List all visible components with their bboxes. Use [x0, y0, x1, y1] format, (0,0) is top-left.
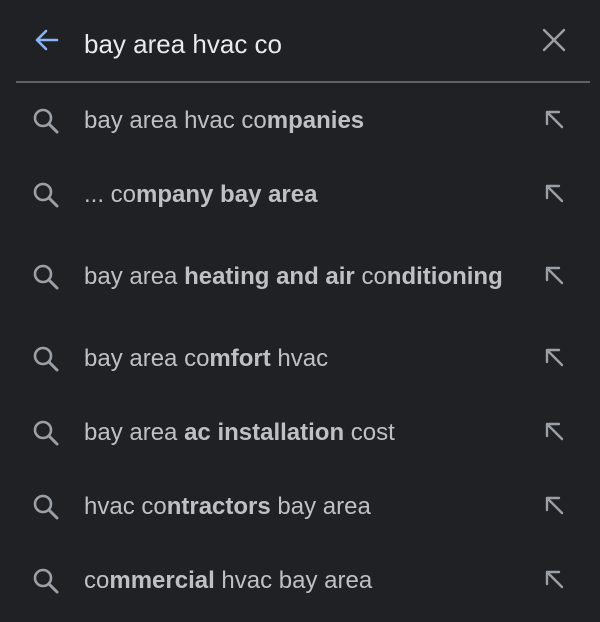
suggestion-text-bold: heating and air — [184, 263, 355, 290]
arrow-up-left-icon — [542, 263, 566, 292]
fill-query-button[interactable] — [536, 415, 572, 451]
fill-query-button[interactable] — [536, 563, 572, 599]
suggestion-list: bay area hvac companies... company bay a… — [0, 84, 600, 618]
suggestion-text-plain: bay area — [84, 419, 185, 446]
suggestion-text: ... company bay area — [84, 177, 504, 213]
suggestion-item[interactable]: bay area comfort hvac — [0, 322, 600, 396]
suggestion-text-bold: ac installation — [184, 419, 345, 446]
search-icon — [30, 105, 62, 137]
back-button[interactable] — [26, 22, 66, 62]
suggestion-text-plain: co — [84, 567, 110, 594]
fill-query-button[interactable] — [536, 341, 572, 377]
search-icon — [30, 261, 62, 293]
arrow-up-left-icon — [542, 345, 566, 374]
suggestion-text-plain: co — [354, 263, 387, 290]
arrow-left-icon — [32, 26, 60, 59]
suggestion-text-plain: bay area co — [84, 345, 210, 372]
arrow-up-left-icon — [542, 567, 566, 596]
suggestion-text: bay area heating and air conditioning — [84, 259, 504, 295]
suggestion-item[interactable]: ... company bay area — [0, 158, 600, 232]
suggestion-text-bold: mpany bay area — [136, 181, 318, 208]
search-icon — [30, 565, 62, 597]
suggestion-text: hvac contractors bay area — [84, 489, 504, 525]
suggestion-text-plain: hvac co — [84, 493, 167, 520]
suggestion-text-plain: cost — [344, 419, 395, 446]
arrow-up-left-icon — [542, 107, 566, 136]
suggestion-text-plain: bay area — [84, 263, 185, 290]
suggestion-item[interactable]: commercial hvac bay area — [0, 544, 600, 618]
suggestion-text-plain: ... co — [84, 181, 137, 208]
suggestion-item[interactable]: bay area ac installation cost — [0, 396, 600, 470]
suggestion-text-plain: hvac bay area — [214, 567, 373, 594]
clear-button[interactable] — [532, 22, 576, 62]
search-input[interactable] — [84, 24, 504, 64]
fill-query-button[interactable] — [536, 103, 572, 139]
fill-query-button[interactable] — [536, 489, 572, 525]
suggestion-text: commercial hvac bay area — [84, 563, 504, 599]
arrow-up-left-icon — [542, 181, 566, 210]
fill-query-button[interactable] — [536, 259, 572, 295]
suggestion-text-plain: bay area hvac co — [84, 107, 267, 134]
suggestion-text-bold: mfort — [209, 345, 271, 372]
suggestion-item[interactable]: bay area heating and air conditioning — [0, 232, 600, 322]
arrow-up-left-icon — [542, 419, 566, 448]
arrow-up-left-icon — [542, 493, 566, 522]
search-icon — [30, 179, 62, 211]
suggestion-text-bold: mmercial — [109, 567, 215, 594]
suggestion-item[interactable]: bay area hvac companies — [0, 84, 600, 158]
suggestion-text-bold: ntractors — [166, 493, 271, 520]
search-bar — [0, 0, 600, 83]
suggestion-text-plain: hvac — [270, 345, 329, 372]
suggestion-text-plain: bay area — [270, 493, 371, 520]
close-icon — [541, 27, 567, 58]
suggestion-text-bold: nditioning — [386, 263, 503, 290]
fill-query-button[interactable] — [536, 177, 572, 213]
search-icon — [30, 417, 62, 449]
suggestion-text: bay area comfort hvac — [84, 341, 504, 377]
suggestion-item[interactable]: hvac contractors bay area — [0, 470, 600, 544]
search-icon — [30, 491, 62, 523]
suggestion-text: bay area ac installation cost — [84, 415, 504, 451]
search-divider — [16, 81, 590, 83]
suggestion-text: bay area hvac companies — [84, 103, 504, 139]
suggestion-text-bold: mpanies — [266, 107, 365, 134]
search-icon — [30, 343, 62, 375]
